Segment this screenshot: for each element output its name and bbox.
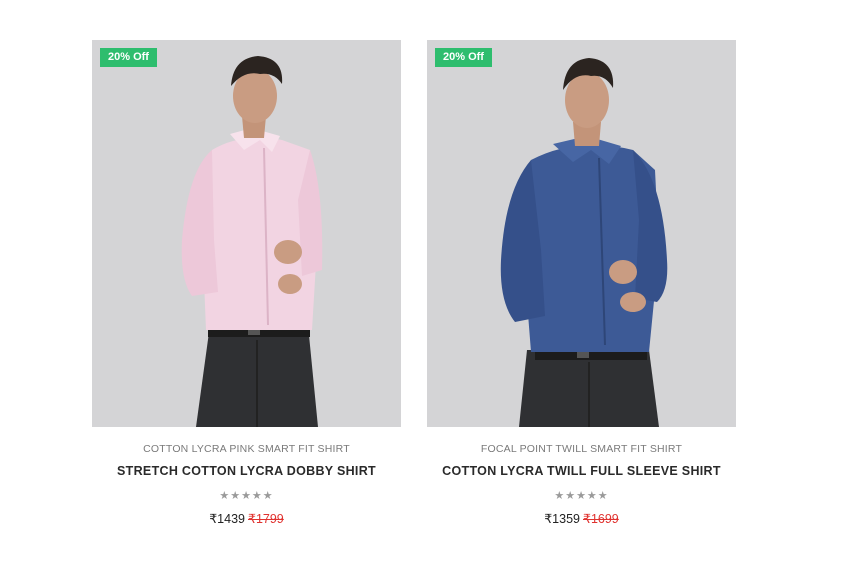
- discount-badge: 20% Off: [435, 48, 492, 67]
- product-title[interactable]: STRETCH COTTON LYCRA DOBBY SHIRT: [92, 464, 401, 478]
- price-row: ₹1359 ₹1699: [427, 511, 736, 526]
- product-subtitle: COTTON LYCRA PINK SMART FIT SHIRT: [143, 443, 350, 455]
- product-card[interactable]: 20% Off FOCAL POINT TWILL SMART FIT SHIR…: [427, 40, 736, 526]
- product-image[interactable]: 20% Off: [92, 40, 401, 427]
- product-image[interactable]: 20% Off: [427, 40, 736, 427]
- price-row: ₹1439 ₹1799: [92, 511, 401, 526]
- original-price: ₹1799: [248, 512, 284, 526]
- discount-badge: 20% Off: [100, 48, 157, 67]
- product-card[interactable]: 20% Off COTTON LYCRA PINK SMART FIT SHIR…: [92, 40, 401, 526]
- original-price: ₹1699: [583, 512, 619, 526]
- rating-stars: ★★★★★: [554, 490, 609, 502]
- rating-stars: ★★★★★: [219, 490, 274, 502]
- product-title[interactable]: COTTON LYCRA TWILL FULL SLEEVE SHIRT: [427, 464, 736, 478]
- model-photo: [181, 56, 323, 427]
- current-price: ₹1439: [209, 512, 245, 526]
- model-photo: [500, 58, 668, 427]
- product-subtitle: FOCAL POINT TWILL SMART FIT SHIRT: [480, 443, 683, 455]
- current-price: ₹1359: [544, 512, 580, 526]
